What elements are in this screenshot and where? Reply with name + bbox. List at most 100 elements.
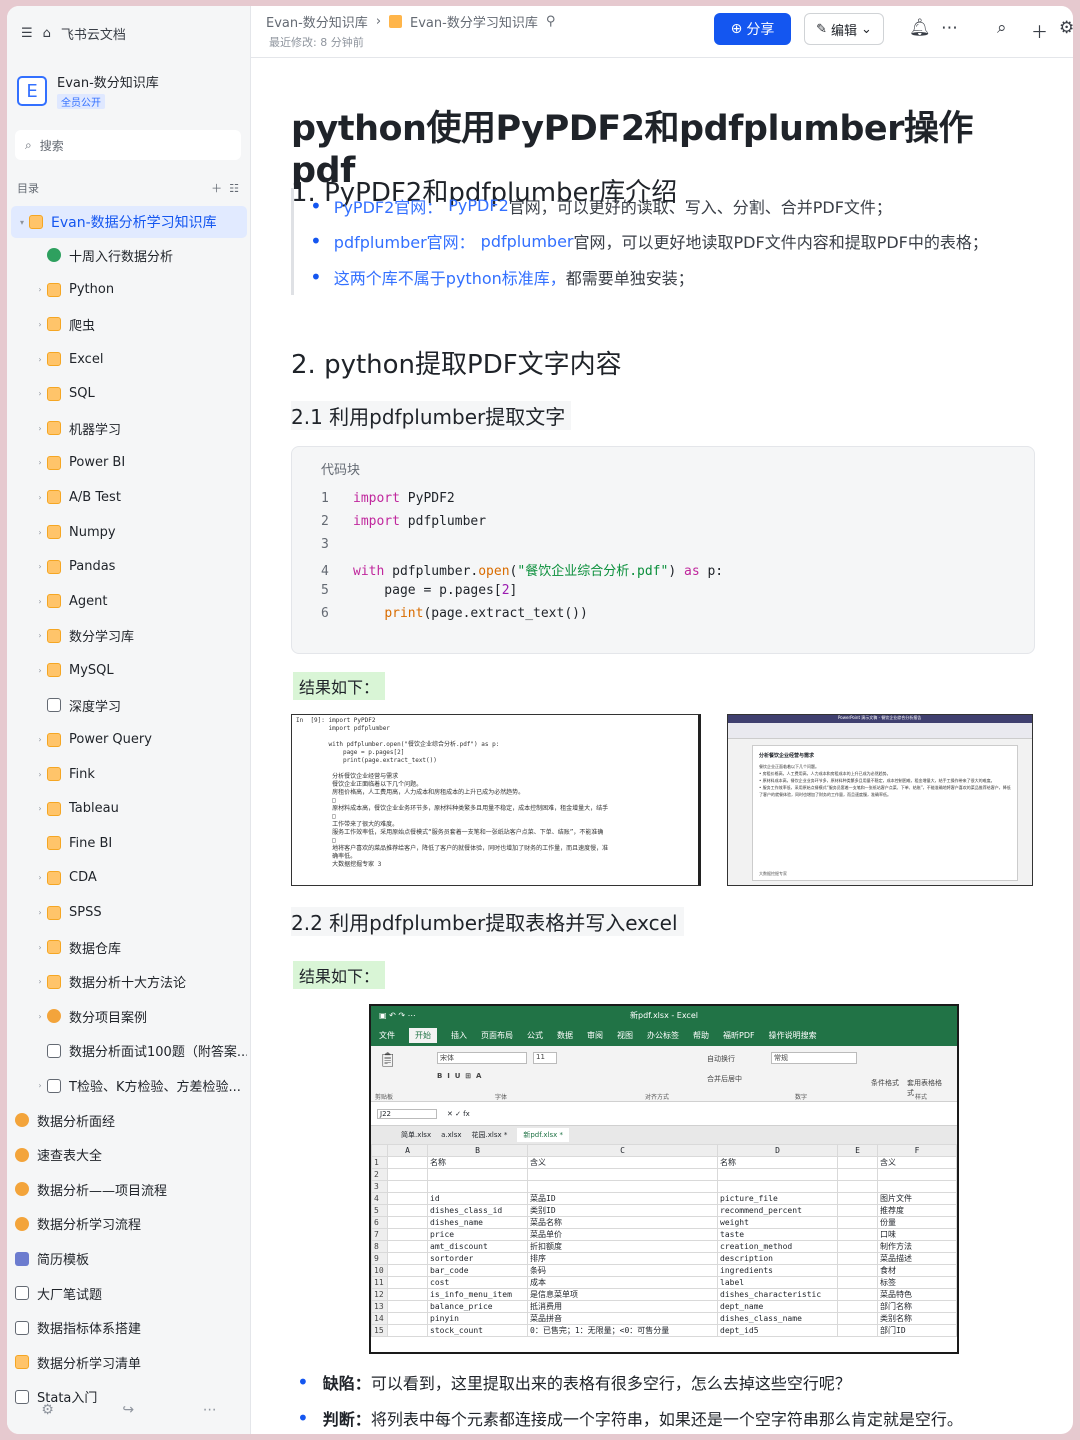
expand-arrow-icon[interactable]: › <box>33 355 47 364</box>
bell-icon[interactable]: 🔔︎ <box>909 18 931 38</box>
excel-row-header: 3 <box>371 1180 388 1193</box>
sidebar-item[interactable]: › Numpy <box>11 515 247 550</box>
sidebar-item[interactable]: 数据分析——项目流程 <box>11 1172 247 1207</box>
expand-arrow-icon[interactable]: › <box>33 631 47 640</box>
code-block[interactable]: 代码块 1 import PyPDF2 2 import pdfplumber 3 … <box>291 446 1035 654</box>
add-icon[interactable]: ＋ <box>1031 18 1048 43</box>
sidebar-item[interactable]: › Excel <box>11 342 247 377</box>
group-font: 字体 <box>495 1094 508 1101</box>
sidebar-item[interactable]: 数据指标体系搭建 <box>11 1310 247 1345</box>
sidebar-item[interactable]: 数据分析面经 <box>11 1103 247 1138</box>
sidebar-item[interactable]: 数据分析学习清单 <box>11 1345 247 1380</box>
sidebar-item[interactable]: › 爬虫 <box>11 307 247 342</box>
share-button[interactable]: ⊕ 分享 <box>714 13 791 45</box>
expand-arrow-icon[interactable]: › <box>33 770 47 779</box>
sidebar-item[interactable]: › 数据仓库 <box>11 930 247 965</box>
expand-arrow-icon[interactable]: › <box>33 908 47 917</box>
excel-cell: dishes_name <box>427 1216 528 1229</box>
expand-arrow-icon[interactable]: › <box>33 320 47 329</box>
excel-cell: recommend_percent <box>717 1204 838 1217</box>
edit-button[interactable]: ✎ 编辑 ⌄ <box>804 13 884 45</box>
sidebar-item[interactable]: › Agent <box>11 584 247 619</box>
folder-icon <box>47 905 61 920</box>
expand-arrow-icon[interactable]: › <box>33 943 47 952</box>
expand-arrow-icon[interactable]: › <box>33 1012 47 1021</box>
sidebar-item[interactable]: ▾ Evan-数据分析学习知识库 <box>11 206 247 238</box>
excel-cell <box>837 1240 878 1253</box>
expand-arrow-icon[interactable]: › <box>33 458 47 467</box>
expand-arrow-icon[interactable]: › <box>33 977 47 986</box>
share-arrow-icon[interactable]: ↪ <box>122 1402 134 1418</box>
sidebar-item[interactable]: › 数据分析十大方法论 <box>11 964 247 999</box>
excel-cell <box>837 1216 878 1229</box>
sidebar-item[interactable]: › Fink <box>11 757 247 792</box>
sidebar-item[interactable]: › A/B Test <box>11 480 247 515</box>
sidebar-item[interactable]: 数据分析学习流程 <box>11 1207 247 1242</box>
bullet-link[interactable]: pdfplumber官网： <box>334 229 475 253</box>
expand-arrow-icon[interactable]: › <box>33 562 47 571</box>
sidebar-item[interactable]: Fine BI <box>11 826 247 861</box>
expand-arrow-icon[interactable]: › <box>33 424 47 433</box>
app-name[interactable]: 飞书云文档 <box>61 24 126 43</box>
bullet-link[interactable]: PyPDF2 <box>448 196 508 215</box>
sidebar-item[interactable]: 深度学习 <box>11 688 247 723</box>
sidebar-item[interactable]: › MySQL <box>11 653 247 688</box>
search-icon[interactable]: ⌕ <box>997 18 1007 38</box>
home-icon[interactable]: ⌂ <box>43 26 51 41</box>
bullet-link[interactable]: PyPDF2官网： <box>334 194 442 218</box>
expand-arrow-icon[interactable]: › <box>33 666 47 675</box>
folder-icon <box>47 801 61 816</box>
expand-arrow-icon[interactable]: › <box>33 389 47 398</box>
breadcrumb-folder[interactable]: Evan-数分学习知识库 <box>410 12 538 31</box>
sidebar-item[interactable]: › T检验、K方检验、方差检验... <box>11 1068 247 1103</box>
sidebar-item[interactable]: › Power Query <box>11 722 247 757</box>
sidebar-item[interactable]: › 数分学习库 <box>11 619 247 654</box>
sidebar-item[interactable]: › 机器学习 <box>11 411 247 446</box>
settings-icon[interactable]: ⚙ <box>1059 18 1073 38</box>
settings-icon[interactable]: ⚙ <box>41 1402 54 1418</box>
folder-icon <box>47 455 61 470</box>
sidebar-item[interactable]: 数据分析面试100题（附答案... <box>11 1034 247 1069</box>
bullet-link[interactable]: 这两个库不属于python标准库， <box>334 265 566 289</box>
knowledge-base-header[interactable]: E Evan-数分知识库 全员公开 <box>17 72 159 110</box>
excel-row-header: 8 <box>371 1240 388 1253</box>
expand-arrow-icon[interactable]: › <box>33 285 47 294</box>
more-icon[interactable]: ⋯ <box>203 1402 217 1418</box>
sidebar-item[interactable]: 简历模板 <box>11 1241 247 1276</box>
expand-arrow-icon[interactable]: › <box>33 735 47 744</box>
sidebar-item[interactable]: 十周入行数据分析 <box>11 238 247 273</box>
excel-cell <box>387 1312 428 1325</box>
outline-icon[interactable]: ☷ <box>229 182 239 195</box>
sidebar-item[interactable]: › Tableau <box>11 792 247 827</box>
group-alignment: 对齐方式 <box>645 1094 670 1101</box>
sidebar-item[interactable]: 大厂笔试题 <box>11 1276 247 1311</box>
sidebar-item[interactable]: › Power BI <box>11 446 247 481</box>
more-icon[interactable]: ⋯ <box>941 18 958 38</box>
judge-bullet: 判断：将列表中每个元素都连接成一个字符串，如果还是一个空字符串那么肯定就是空行。 <box>291 1406 1031 1430</box>
expand-arrow-icon[interactable]: › <box>33 1081 47 1090</box>
expand-arrow-icon[interactable]: › <box>33 597 47 606</box>
sidebar-item[interactable]: › SPSS <box>11 895 247 930</box>
sidebar-item[interactable]: › Python <box>11 273 247 308</box>
pin-icon[interactable]: ⚲ <box>546 14 556 29</box>
collapse-icon[interactable]: ☰ <box>21 26 33 41</box>
sidebar-item[interactable]: › SQL <box>11 376 247 411</box>
excel-cell <box>877 1180 957 1193</box>
breadcrumb-kb[interactable]: Evan-数分知识库 <box>266 12 368 31</box>
excel-workbook-tab: 花园.xlsx * <box>471 1131 508 1139</box>
excel-cell: dishes_class_id <box>427 1204 528 1217</box>
chevron-down-icon: ⌄ <box>861 21 872 37</box>
sidebar-item[interactable]: › 数分项目案例 <box>11 999 247 1034</box>
expand-arrow-icon[interactable]: › <box>33 873 47 882</box>
expand-arrow-icon[interactable]: › <box>33 493 47 502</box>
bullet-link[interactable]: pdfplumber <box>481 232 574 251</box>
sidebar-item[interactable]: › Pandas <box>11 549 247 584</box>
sidebar-item[interactable]: 速查表大全 <box>11 1137 247 1172</box>
search-input[interactable]: ⌕ 搜索 <box>15 130 241 160</box>
expand-arrow-icon[interactable]: › <box>33 804 47 813</box>
folder-icon <box>389 15 403 28</box>
expand-arrow-icon[interactable]: ▾ <box>15 218 29 227</box>
add-icon[interactable]: ＋ <box>211 182 222 195</box>
expand-arrow-icon[interactable]: › <box>33 528 47 537</box>
sidebar-item[interactable]: › CDA <box>11 861 247 896</box>
